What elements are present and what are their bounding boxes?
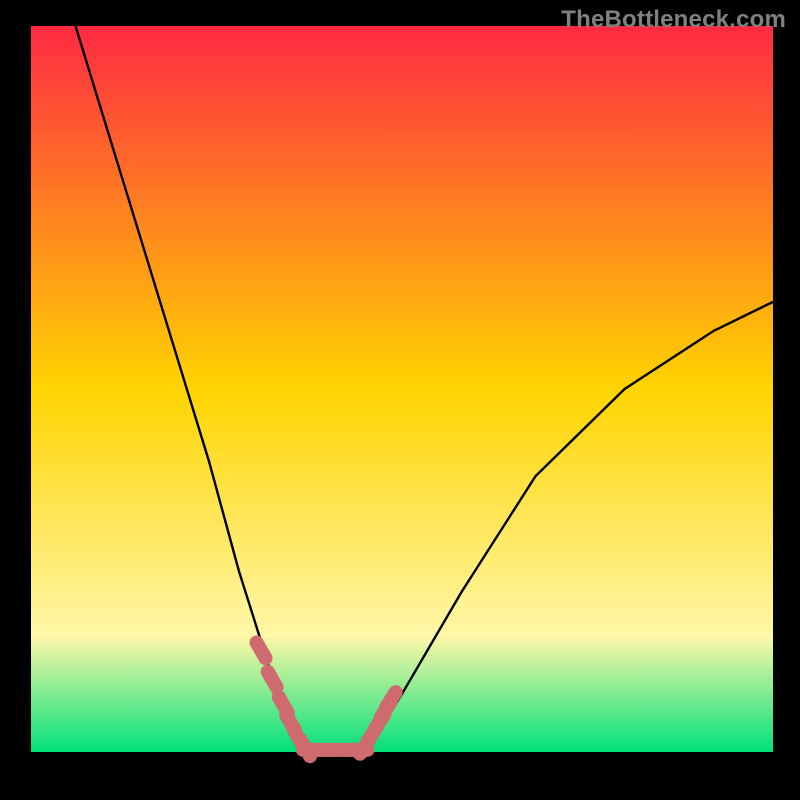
marker-dab bbox=[268, 672, 277, 688]
chart-stage: TheBottleneck.com bbox=[0, 0, 800, 800]
marker-dab bbox=[386, 692, 396, 707]
chart-svg bbox=[0, 0, 800, 800]
watermark-label: TheBottleneck.com bbox=[561, 6, 786, 34]
plot-panel bbox=[31, 26, 773, 752]
marker-dab bbox=[257, 643, 266, 659]
